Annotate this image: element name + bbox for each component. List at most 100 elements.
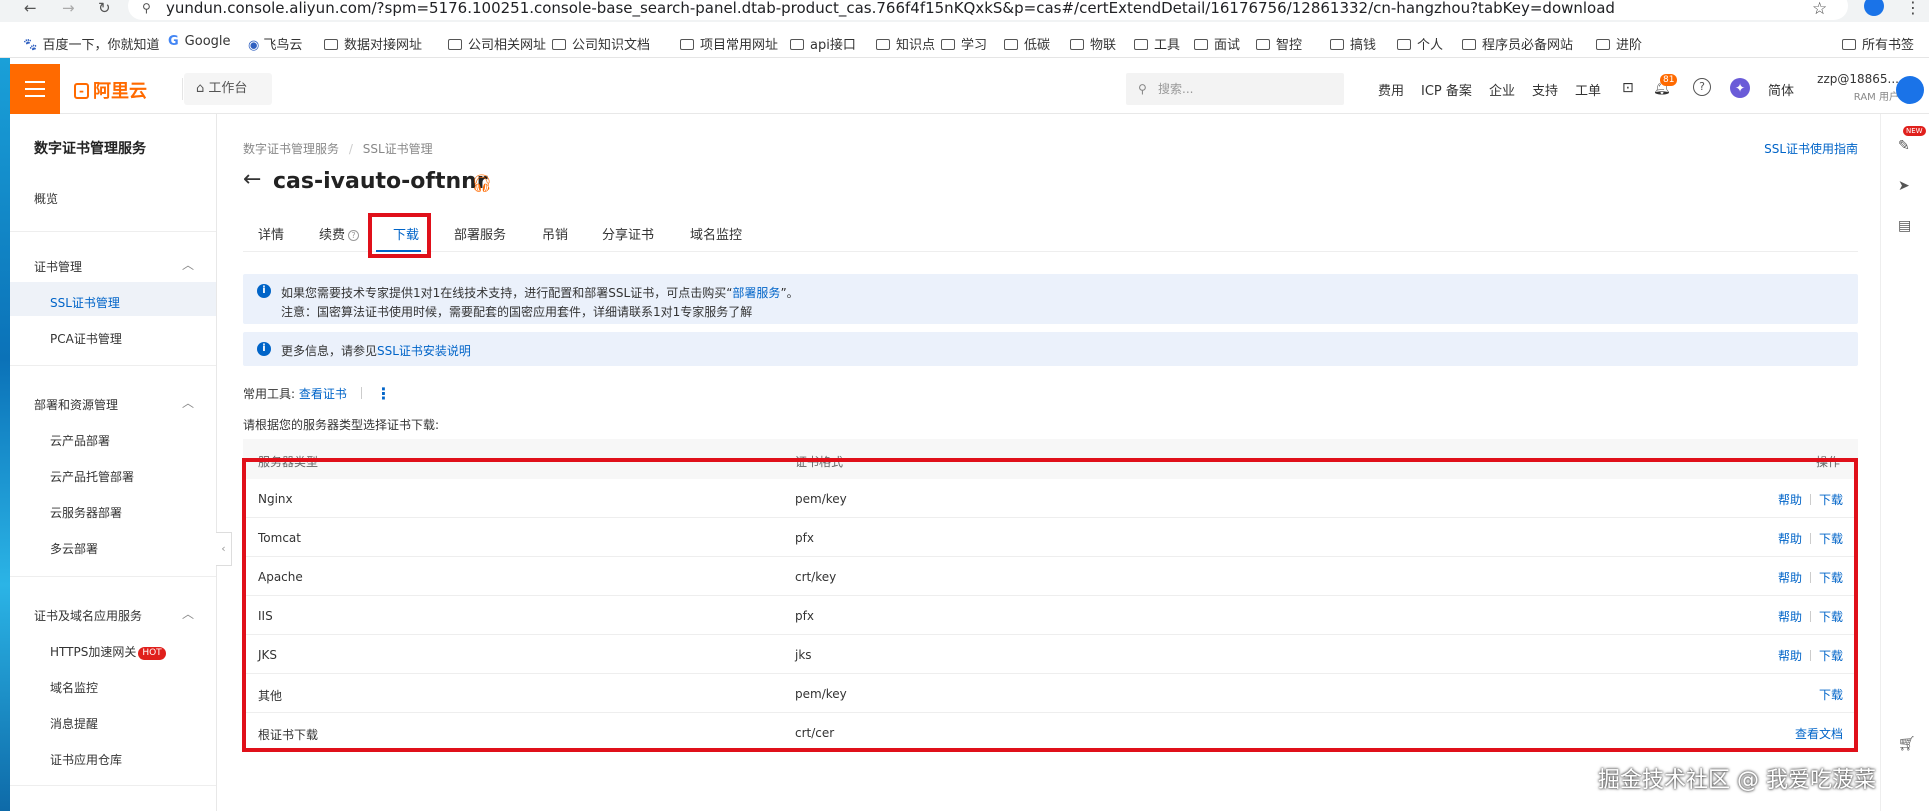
bookmark-item[interactable]: 智控	[1256, 34, 1302, 53]
forward-arrow-icon[interactable]: →	[62, 0, 75, 16]
bookmark-item[interactable]: 项目常用网址	[680, 34, 778, 53]
bookmark-item[interactable]: 进阶	[1596, 34, 1642, 53]
back-arrow-icon[interactable]: ←	[243, 167, 261, 192]
profile-icon[interactable]	[1864, 0, 1884, 16]
folder-icon	[448, 39, 462, 50]
document-icon[interactable]: ▤	[1898, 218, 1911, 234]
folder-icon	[1596, 39, 1610, 50]
bookmarks-bar: 🐾︎ 百度一下，你就知道 G Google ◉ 飞鸟云 数据对接网址 公司相关网址 公司知识文档…	[0, 28, 1929, 58]
url-text[interactable]: yundun.console.aliyun.com/?spm=5176.1002…	[166, 0, 1615, 17]
folder-icon	[876, 39, 890, 50]
breadcrumb-item[interactable]: 数字证书管理服务	[243, 142, 339, 156]
language-switch[interactable]: 简体	[1768, 80, 1794, 99]
tools-row: 常用工具: 查看证书 ⋮	[243, 384, 392, 403]
sidebar-item-overview[interactable]: 概览	[34, 190, 58, 207]
bookmark-item[interactable]: 公司相关网址	[448, 34, 546, 53]
aliyun-logo[interactable]: - 阿里云	[74, 77, 147, 103]
bookmark-item[interactable]: 面试	[1194, 34, 1240, 53]
folder-icon	[1256, 39, 1270, 50]
right-toolbar: ✎ NEW ➤ ▤ 🛒︎	[1880, 114, 1929, 811]
sidebar-group-deploy[interactable]: 部署和资源管理 ︿	[34, 396, 194, 413]
highlight-box-table	[242, 458, 1858, 752]
more-vertical-icon[interactable]: ⋮	[376, 384, 392, 403]
nav-link-ticket[interactable]: 工单	[1575, 80, 1601, 99]
bookmark-item[interactable]: 搞钱	[1330, 34, 1376, 53]
bookmark-item[interactable]: 公司知识文档	[552, 34, 650, 53]
folder-icon	[790, 39, 804, 50]
sidebar-item-multicloud-deploy[interactable]: 多云部署	[50, 540, 98, 557]
deploy-service-link[interactable]: 部署服务	[732, 286, 780, 300]
bookmark-item[interactable]: G Google	[168, 34, 231, 49]
sidebar-item-ecs-deploy[interactable]: 云服务器部署	[50, 504, 122, 521]
tab-share-cert[interactable]: 分享证书	[602, 224, 654, 243]
sidebar-group-cert-management[interactable]: 证书管理 ︿	[34, 258, 194, 275]
tab-bar: 详情 续费? 下载 部署服务 吊销 分享证书 域名监控	[243, 212, 1858, 252]
sidebar-item-cloud-deploy[interactable]: 云产品部署	[50, 432, 110, 449]
cart-icon[interactable]: 🛒︎	[1898, 736, 1916, 752]
folder-icon	[552, 39, 566, 50]
user-info[interactable]: zzp@18865... RAM 用户	[1805, 72, 1899, 103]
folder-icon	[1462, 39, 1476, 50]
bookmark-item[interactable]: 程序员必备网站	[1462, 34, 1573, 53]
bookmark-item[interactable]: 🐾︎ 百度一下，你就知道	[22, 34, 160, 53]
chevron-up-icon: ︿	[182, 607, 195, 621]
workbench-button[interactable]: ⌂ 工作台	[184, 73, 272, 105]
search-input[interactable]: ⚲ 搜索...	[1126, 73, 1344, 105]
sidebar-item-cert-repo[interactable]: 证书应用仓库	[50, 751, 122, 768]
chevron-up-icon: ︿	[182, 258, 195, 272]
baidu-icon: 🐾︎	[22, 38, 39, 53]
ssl-guide-link[interactable]: SSL证书使用指南	[1764, 140, 1858, 157]
ssl-install-doc-link[interactable]: SSL证书安装说明	[377, 344, 471, 358]
bookmark-item[interactable]: 物联	[1070, 34, 1116, 53]
bookmark-star-icon[interactable]: ☆	[1812, 0, 1827, 19]
folder-icon	[1330, 39, 1344, 50]
sidebar-collapse-button[interactable]: ‹	[216, 532, 232, 566]
bookmark-item[interactable]: 知识点	[876, 34, 935, 53]
sidebar-item-ssl-cert[interactable]: SSL证书管理	[50, 294, 120, 311]
sidebar-item-https-gateway[interactable]: HTTPS加速网关 HOT	[50, 643, 166, 660]
site-info-icon[interactable]: ⚲	[142, 1, 151, 15]
bookmark-item[interactable]: ◉ 飞鸟云	[248, 34, 302, 53]
menu-hamburger-button[interactable]	[10, 64, 60, 114]
terminal-icon[interactable]: ⊡	[1622, 80, 1634, 96]
tab-revoke[interactable]: 吊销	[542, 224, 568, 243]
bookmark-item[interactable]: 数据对接网址	[324, 34, 422, 53]
breadcrumb-item[interactable]: SSL证书管理	[363, 142, 433, 156]
view-cert-link[interactable]: 查看证书	[299, 387, 347, 401]
ai-assistant-icon[interactable]: ✦	[1730, 78, 1750, 98]
bookmark-item[interactable]: 个人	[1397, 34, 1443, 53]
cursor-icon[interactable]: ➤	[1898, 178, 1910, 194]
sidebar-group-domain-services[interactable]: 证书及域名应用服务 ︿	[34, 607, 194, 624]
folder-icon	[1842, 39, 1856, 50]
avatar[interactable]	[1896, 76, 1924, 104]
sidebar-item-hosted-deploy[interactable]: 云产品托管部署	[50, 468, 134, 485]
folder-icon	[941, 39, 955, 50]
notification-badge: 81	[1660, 74, 1678, 86]
nav-link-icp[interactable]: ICP 备案	[1421, 80, 1472, 99]
headset-icon[interactable]: 🎧︎	[471, 174, 493, 194]
tab-renew[interactable]: 续费?	[319, 224, 360, 243]
nav-link-billing[interactable]: 费用	[1378, 80, 1404, 99]
bookmark-item[interactable]: 工具	[1134, 34, 1180, 53]
nav-link-enterprise[interactable]: 企业	[1489, 80, 1515, 99]
folder-icon	[1194, 39, 1208, 50]
chevron-up-icon: ︿	[182, 396, 195, 410]
tab-domain-monitor[interactable]: 域名监控	[690, 224, 742, 243]
help-icon[interactable]: ?	[1693, 78, 1711, 96]
bookmark-item[interactable]: 低碳	[1004, 34, 1050, 53]
all-bookmarks[interactable]: 所有书签	[1842, 34, 1914, 53]
sidebar-item-domain-monitor[interactable]: 域名监控	[50, 679, 98, 696]
edit-icon[interactable]: ✎	[1898, 138, 1910, 154]
back-arrow-icon[interactable]: ←	[24, 0, 37, 16]
bookmark-item[interactable]: api接口	[790, 34, 856, 53]
desktop-background-strip	[0, 58, 10, 811]
tab-deploy-service[interactable]: 部署服务	[454, 224, 506, 243]
bookmark-item[interactable]: 学习	[941, 34, 987, 53]
home-icon: ⌂	[196, 81, 209, 96]
tab-details[interactable]: 详情	[258, 224, 284, 243]
sidebar-item-pca-cert[interactable]: PCA证书管理	[50, 330, 122, 347]
sidebar-item-message-alert[interactable]: 消息提醒	[50, 715, 98, 732]
nav-link-support[interactable]: 支持	[1532, 80, 1558, 99]
more-menu-icon[interactable]: ⋮	[1905, 0, 1921, 17]
reload-icon[interactable]: ↻	[98, 0, 111, 16]
